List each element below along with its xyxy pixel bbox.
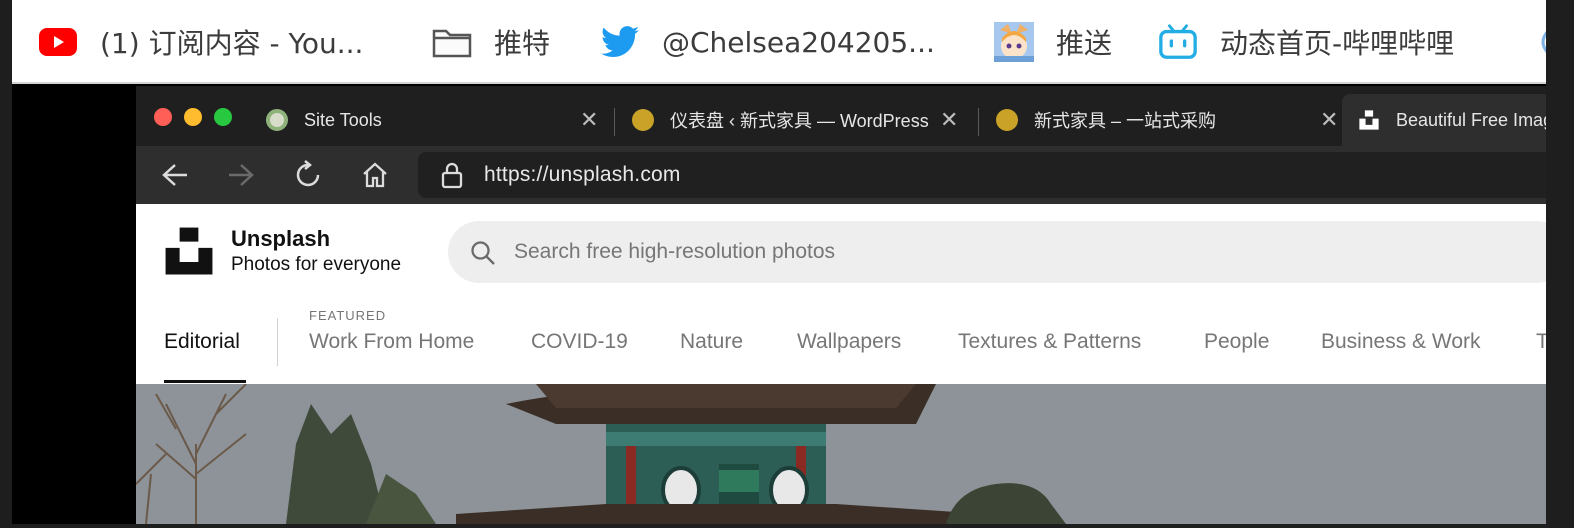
- bookmark-push[interactable]: 推送: [994, 0, 1112, 84]
- category-editorial[interactable]: Editorial: [164, 330, 240, 354]
- tab-close-icon[interactable]: ✕: [580, 108, 598, 133]
- bookmark-overflow[interactable]: [1526, 0, 1546, 84]
- tab-shop-home[interactable]: 新式家具 – 一站式采购 ✕: [996, 94, 1336, 146]
- tab-unsplash[interactable]: Beautiful Free Images: [1342, 94, 1546, 146]
- arrow-right-icon: [229, 164, 254, 186]
- arrow-left-icon: [162, 164, 187, 186]
- wordpress-icon: [632, 109, 654, 131]
- zoom-window-button[interactable]: [214, 108, 232, 126]
- minimize-window-button[interactable]: [184, 108, 202, 126]
- youtube-icon: [38, 22, 78, 62]
- search-bar[interactable]: Search free high-resolution photos: [448, 221, 1546, 283]
- twitter-icon: [600, 22, 640, 62]
- hero-photo[interactable]: [136, 384, 1546, 524]
- unsplash-logo-icon[interactable]: [164, 226, 214, 281]
- broadcast-icon: [1526, 22, 1546, 62]
- bookmark-youtube[interactable]: (1) 订阅内容 - You...: [38, 0, 363, 84]
- search-icon: [470, 240, 496, 271]
- tab-close-icon[interactable]: ✕: [1320, 108, 1336, 133]
- bookmark-label: 推特: [494, 27, 551, 60]
- bookmark-label: @Chelsea204205...: [662, 25, 935, 59]
- tab-bar: Site Tools ✕ 仪表盘 ‹ 新式家具 — WordPress ✕ 新式…: [136, 86, 1546, 146]
- active-category-underline: [164, 380, 246, 383]
- tab-label: Site Tools: [304, 109, 382, 130]
- category-business-work[interactable]: Business & Work: [1321, 330, 1481, 354]
- bookmarks-bar: (1) 订阅内容 - You... 推特 @Chelsea204205... 推…: [12, 0, 1546, 84]
- address-bar[interactable]: https://unsplash.com: [418, 152, 1546, 198]
- category-wallpapers[interactable]: Wallpapers: [797, 330, 901, 354]
- bilibili-icon: [1158, 22, 1198, 62]
- unsplash-icon: [1358, 109, 1380, 131]
- close-window-button[interactable]: [154, 108, 172, 126]
- lock-icon: [440, 161, 464, 194]
- window-frame: (1) 订阅内容 - You... 推特 @Chelsea204205... 推…: [12, 0, 1546, 524]
- tab-close-icon[interactable]: ✕: [940, 108, 958, 133]
- category-nature[interactable]: Nature: [680, 330, 743, 354]
- brand-subtitle: Photos for everyone: [231, 254, 402, 275]
- brand-title: Unsplash: [231, 226, 331, 251]
- unsplash-page: Unsplash Photos for everyone Search free…: [136, 204, 1546, 524]
- bookmark-label: (1) 订阅内容 - You...: [100, 27, 364, 60]
- category-covid-19[interactable]: COVID-19: [531, 330, 628, 354]
- bookmark-twitter[interactable]: @Chelsea204205...: [600, 0, 935, 84]
- folder-icon: [432, 22, 472, 62]
- category-nav: Editorial FEATURED Work From Home COVID-…: [136, 300, 1546, 384]
- bookmark-bilibili[interactable]: 动态首页-哔哩哔哩: [1158, 0, 1454, 84]
- category-textures-patterns[interactable]: Textures & Patterns: [958, 330, 1141, 354]
- category-overflow[interactable]: T: [1536, 330, 1546, 354]
- tab-label: 仪表盘 ‹ 新式家具 — WordPress: [670, 111, 929, 131]
- home-icon: [363, 162, 387, 188]
- tab-label: 新式家具 – 一站式采购: [1034, 111, 1217, 131]
- category-work-from-home[interactable]: Work From Home: [309, 330, 474, 354]
- tab-divider: [978, 108, 979, 136]
- bookmark-label: 推送: [1056, 27, 1113, 60]
- wordpress-icon: [996, 109, 1018, 131]
- tab-divider: [614, 108, 615, 136]
- navigation-toolbar: https://unsplash.com: [136, 146, 1546, 204]
- category-divider: [277, 318, 278, 366]
- forward-button[interactable]: [224, 158, 258, 192]
- back-button[interactable]: [158, 158, 192, 192]
- tab-wordpress-dashboard[interactable]: 仪表盘 ‹ 新式家具 — WordPress ✕: [632, 94, 972, 146]
- tab-label: Beautiful Free Images: [1396, 109, 1546, 130]
- tab-site-tools[interactable]: Site Tools ✕: [266, 94, 606, 146]
- site-tools-icon: [266, 109, 288, 131]
- pagoda-photo-image: [136, 384, 1546, 524]
- reload-icon: [296, 160, 320, 187]
- reload-button[interactable]: [292, 158, 326, 192]
- home-button[interactable]: [358, 158, 392, 192]
- featured-label: FEATURED: [309, 308, 387, 323]
- inner-browser-window: Site Tools ✕ 仪表盘 ‹ 新式家具 — WordPress ✕ 新式…: [136, 86, 1546, 524]
- anime-avatar-icon: [994, 22, 1034, 62]
- search-placeholder: Search free high-resolution photos: [514, 240, 836, 263]
- url-text: https://unsplash.com: [484, 163, 681, 186]
- bookmark-folder-twitter[interactable]: 推特: [432, 0, 550, 84]
- category-people[interactable]: People: [1204, 330, 1269, 354]
- bookmark-label: 动态首页-哔哩哔哩: [1220, 27, 1455, 60]
